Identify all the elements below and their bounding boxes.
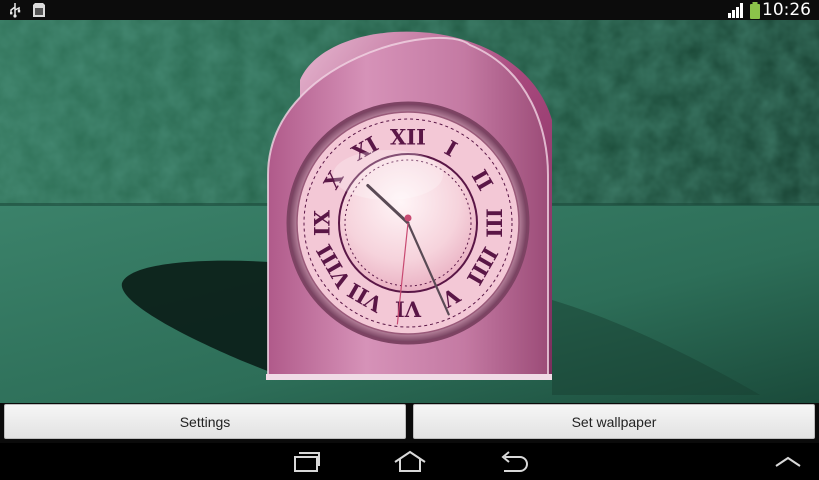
set-wallpaper-button[interactable]: Set wallpaper	[413, 404, 815, 439]
clock-numeral: III	[482, 208, 507, 237]
chevron-up-icon[interactable]	[773, 449, 803, 473]
clock-body: XII IIIIIIIIIIVVIVIIVIIIIXXXI	[266, 31, 552, 381]
action-bar: Settings Set wallpaper	[0, 403, 819, 443]
home-icon[interactable]	[393, 449, 427, 473]
settings-button[interactable]: Settings	[4, 404, 406, 439]
clock-numeral: XII	[390, 125, 426, 150]
clock-numeral: IX	[310, 209, 335, 236]
battery-icon	[750, 2, 760, 19]
recent-apps-icon[interactable]	[290, 449, 322, 473]
signal-icon	[728, 3, 743, 18]
live-wallpaper-preview[interactable]: XII I II III IIII V VI VII VIII IX X XI	[0, 20, 819, 403]
status-bar: 10:26	[0, 0, 819, 20]
navigation-bar	[0, 443, 819, 480]
status-time: 10:26	[762, 0, 811, 20]
wallpaper-scene: XII IIIIIIIIIIVVIVIIVIIIIXXXI	[0, 20, 819, 403]
back-icon[interactable]	[498, 449, 530, 473]
sd-card-icon	[33, 3, 45, 17]
usb-icon	[10, 3, 21, 18]
